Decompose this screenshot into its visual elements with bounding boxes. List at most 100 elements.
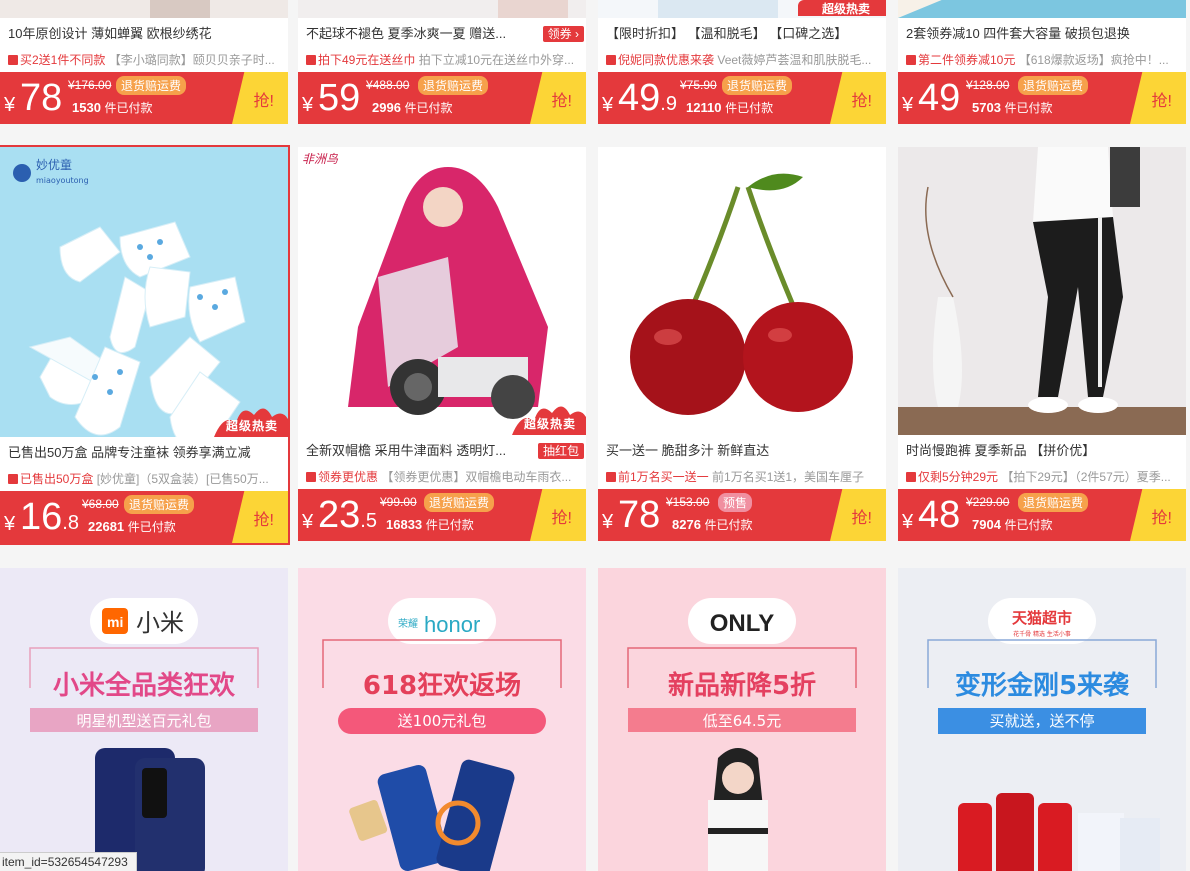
product-card[interactable]: 不起球不褪色 夏季冰爽一夏 赠送... 领券 › 拍下49元在送丝巾 拍下立减10… xyxy=(298,0,586,124)
product-card[interactable]: 非洲鸟 超级热卖 全新双帽檐 采用牛津面料 透明灯... 抽红包 领券更优惠 【领… xyxy=(298,147,586,541)
price: 78 xyxy=(20,77,63,119)
product-title[interactable]: 买一送一 脆甜多汁 新鲜直达 xyxy=(598,435,886,467)
sold-count: 1530 件已付款 xyxy=(72,100,153,115)
product-card[interactable]: 买一送一 脆甜多汁 新鲜直达 前1万名买一送一 前1万名买1送1，美国车厘子 ¥… xyxy=(598,147,886,541)
returns-badge: 退货赔运费 xyxy=(116,76,187,95)
product-image[interactable] xyxy=(0,0,288,18)
svg-text:低至64.5元: 低至64.5元 xyxy=(703,712,781,730)
gift-icon xyxy=(906,55,916,65)
grab-button[interactable]: 抢! xyxy=(232,491,288,543)
price-bar[interactable]: ¥ 23.5 ¥99.00 退货赔运费 16833 件已付款 抢! xyxy=(298,489,586,541)
hot-badge: 超级热卖 xyxy=(798,0,886,16)
svg-text:非洲鸟: 非洲鸟 xyxy=(302,152,339,166)
grab-button[interactable]: 抢! xyxy=(232,72,288,124)
sold-count: 2996 件已付款 xyxy=(372,100,453,115)
product-image[interactable] xyxy=(898,147,1186,435)
product-image[interactable] xyxy=(598,147,886,435)
price-bar[interactable]: ¥ 16.8 ¥68.00 退货赔运费 22681 件已付款 抢! xyxy=(0,491,288,543)
original-price: ¥68.00 xyxy=(82,497,119,511)
product-title[interactable]: 时尚慢跑裤 夏季新品 【拼价优】 xyxy=(898,435,1186,467)
svg-text:妙优童: 妙优童 xyxy=(36,157,72,172)
grab-button[interactable]: 抢! xyxy=(1130,489,1186,541)
price: 78 xyxy=(618,494,661,536)
product-card[interactable]: 妙优童 miaoyoutong 超级热卖 已售出50万盒 品牌专注童袜 领券享满… xyxy=(0,145,290,545)
currency-symbol: ¥ xyxy=(4,94,16,116)
grab-button[interactable]: 抢! xyxy=(1130,72,1186,124)
svg-text:ONLY: ONLY xyxy=(710,610,774,637)
grab-button[interactable]: 抢! xyxy=(530,72,586,124)
sold-count: 12110 件已付款 xyxy=(686,100,774,115)
brand-banner-tmall[interactable]: 天猫超市 花千骨 精选 生活小事 变形金刚5来袭 买就送，送不停 xyxy=(898,568,1186,871)
product-image[interactable]: 非洲鸟 超级热卖 xyxy=(298,147,586,435)
svg-text:miaoyoutong: miaoyoutong xyxy=(36,176,89,185)
red-packet-tag[interactable]: 抽红包 xyxy=(537,443,584,459)
original-price: ¥75.90 xyxy=(680,78,717,92)
price: 59 xyxy=(318,77,361,119)
sold-count: 22681 件已付款 xyxy=(88,519,176,534)
original-price: ¥229.00 xyxy=(966,495,1010,509)
product-title[interactable]: 全新双帽檐 采用牛津面料 透明灯... 抽红包 xyxy=(298,435,586,467)
brand-banner-only[interactable]: ONLY 新品新降5折 低至64.5元 xyxy=(598,568,886,871)
status-bar-url: item_id=532654547293 xyxy=(0,852,137,871)
grab-button[interactable]: 抢! xyxy=(830,72,886,124)
product-title[interactable]: 10年原创设计 薄如蝉翼 欧根纱绣花 xyxy=(0,18,288,50)
gift-icon xyxy=(8,474,18,484)
promo-line: 买2送1件不同款 【李小璐同款】颐贝贝亲子时... xyxy=(0,50,288,70)
price-bar[interactable]: ¥ 48 ¥229.00 退货赔运费 7904 件已付款 抢! xyxy=(898,489,1186,541)
sold-count: 16833 件已付款 xyxy=(386,517,474,532)
returns-badge: 退货赔运费 xyxy=(722,76,793,95)
product-card[interactable]: 10年原创设计 薄如蝉翼 欧根纱绣花 买2送1件不同款 【李小璐同款】颐贝贝亲子… xyxy=(0,0,288,124)
returns-badge: 退货赔运费 xyxy=(1018,493,1089,512)
product-title[interactable]: 【限时折扣】 【温和脱毛】 【口碑之选】 xyxy=(598,18,886,50)
original-price: ¥488.00 xyxy=(366,78,410,92)
svg-text:花千骨 精选 生活小事: 花千骨 精选 生活小事 xyxy=(1013,630,1071,638)
sold-count: 5703 件已付款 xyxy=(972,100,1053,115)
product-card[interactable]: 【限时折扣】 【温和脱毛】 【口碑之选】 倪妮同款优惠来袭 Veet薇婷芦荟温和… xyxy=(598,0,886,124)
brand-banner-xiaomi[interactable]: mi 小米 小米全品类狂欢 明星机型送百元礼包 xyxy=(0,568,288,871)
price-bar[interactable]: ¥ 59 ¥488.00 退货赔运费 2996 件已付款 抢! xyxy=(298,72,586,124)
product-title[interactable]: 2套领券减10 四件套大容量 破损包退换 xyxy=(898,18,1186,50)
product-image[interactable]: 妙优童 miaoyoutong 超级热卖 xyxy=(0,147,288,437)
promo-line: 倪妮同款优惠来袭 Veet薇婷芦荟温和肌肤脱毛... xyxy=(598,50,886,70)
sold-count: 7904 件已付款 xyxy=(972,517,1053,532)
product-image[interactable] xyxy=(898,0,1186,18)
product-title[interactable]: 不起球不褪色 夏季冰爽一夏 赠送... 领券 › xyxy=(298,18,586,50)
gift-icon xyxy=(306,55,316,65)
original-price: ¥128.00 xyxy=(966,78,1010,92)
gift-icon xyxy=(606,55,616,65)
grab-button[interactable]: 抢! xyxy=(830,489,886,541)
price: 49.9 xyxy=(618,77,677,119)
grab-button[interactable]: 抢! xyxy=(530,489,586,541)
svg-text:小米: 小米 xyxy=(136,609,184,637)
gift-icon xyxy=(606,472,616,482)
svg-text:变形金刚5来袭: 变形金刚5来袭 xyxy=(955,670,1130,701)
product-card[interactable]: 时尚慢跑裤 夏季新品 【拼价优】 仅剩5分钟29元 【拍下29元】（2件57元）… xyxy=(898,147,1186,541)
original-price: ¥153.00 xyxy=(666,495,710,509)
svg-text:honor: honor xyxy=(424,612,480,637)
price-bar[interactable]: ¥ 78 ¥153.00 预售 8276 件已付款 抢! xyxy=(598,489,886,541)
product-title[interactable]: 已售出50万盒 品牌专注童袜 领券享满立减 xyxy=(0,437,288,469)
gift-icon xyxy=(8,55,18,65)
svg-text:送100元礼包: 送100元礼包 xyxy=(398,712,487,730)
coupon-tag[interactable]: 领券 › xyxy=(542,26,584,42)
promo-line: 前1万名买一送一 前1万名买1送1，美国车厘子 xyxy=(598,467,886,487)
gift-icon xyxy=(906,472,916,482)
price: 48 xyxy=(918,494,961,536)
promo-text: 【李小璐同款】颐贝贝亲子时... xyxy=(108,53,275,67)
promo-highlight: 买2送1件不同款 xyxy=(20,53,106,67)
product-card[interactable]: 2套领券减10 四件套大容量 破损包退换 第二件领券减10元 【618爆款返场】… xyxy=(898,0,1186,124)
brand-banner-honor[interactable]: 荣耀 honor 618狂欢返场 送100元礼包 xyxy=(298,568,586,871)
price-bar[interactable]: ¥ 49.9 ¥75.90 退货赔运费 12110 件已付款 抢! xyxy=(598,72,886,124)
hot-badge-label: 超级热卖 xyxy=(225,419,278,433)
svg-text:明星机型送百元礼包: 明星机型送百元礼包 xyxy=(76,712,211,730)
returns-badge: 退货赔运费 xyxy=(124,495,195,514)
product-image[interactable] xyxy=(298,0,586,18)
svg-text:mi: mi xyxy=(107,614,123,630)
price-bar[interactable]: ¥ 49 ¥128.00 退货赔运费 5703 件已付款 抢! xyxy=(898,72,1186,124)
gift-icon xyxy=(306,472,316,482)
returns-badge: 退货赔运费 xyxy=(424,493,495,512)
promo-line: 第二件领券减10元 【618爆款返场】疯抢中！... xyxy=(898,50,1186,70)
promo-line: 拍下49元在送丝巾 拍下立减10元在送丝巾外穿... xyxy=(298,50,586,70)
returns-badge: 退货赔运费 xyxy=(418,76,489,95)
price-bar[interactable]: ¥ 78 ¥176.00 退货赔运费 1530 件已付款 抢! xyxy=(0,72,288,124)
